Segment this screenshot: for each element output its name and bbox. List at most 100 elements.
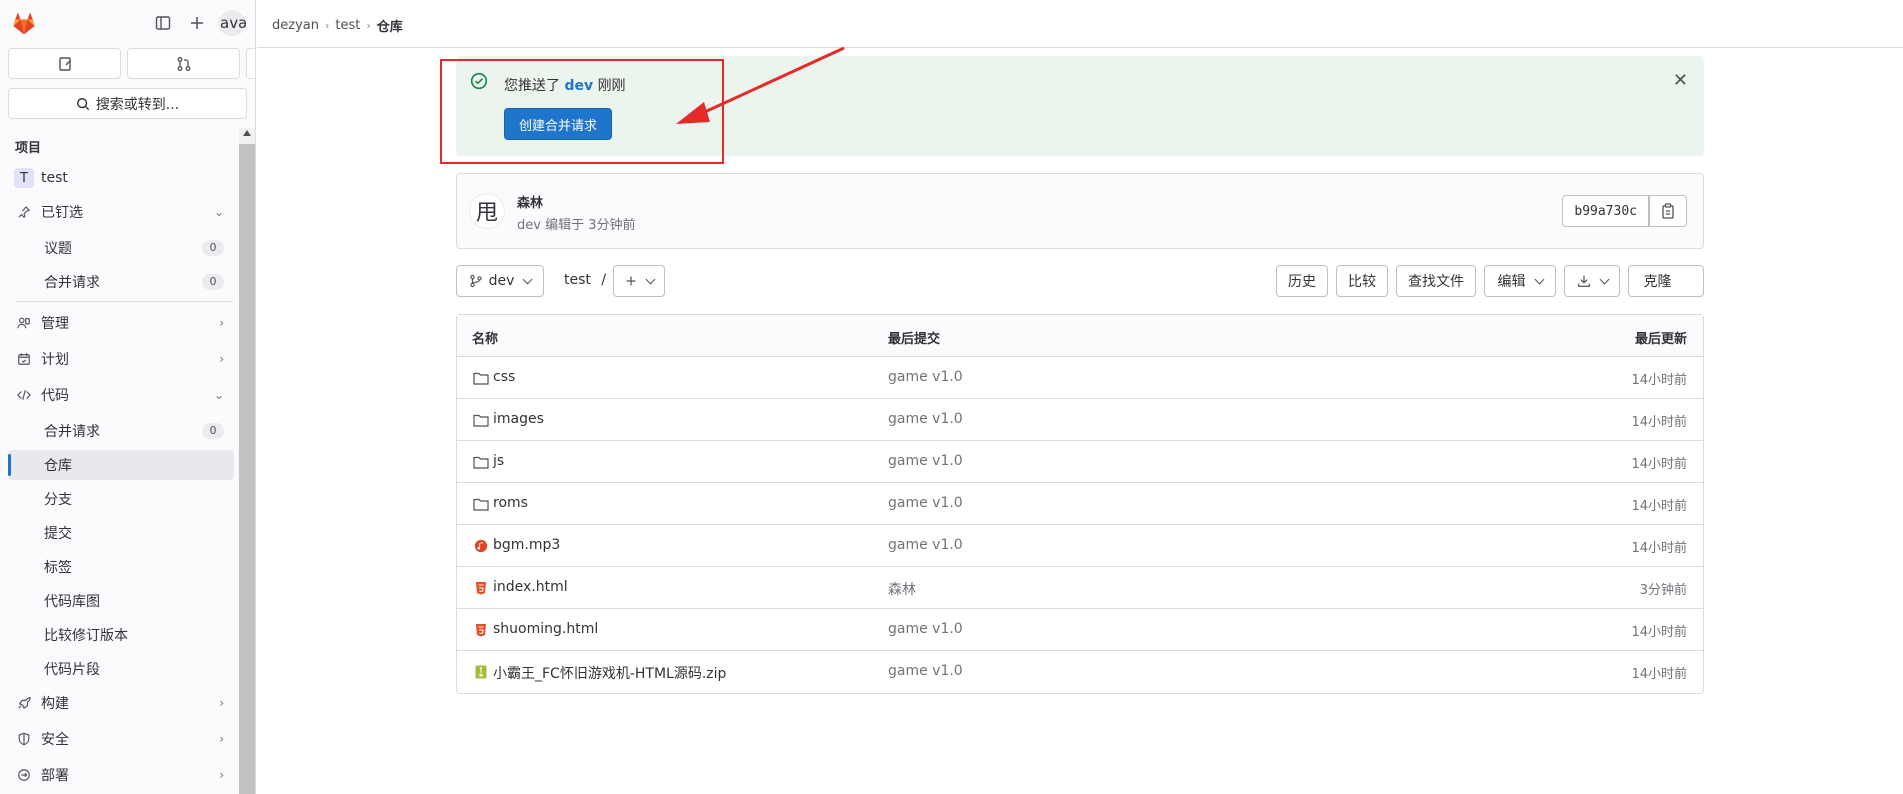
- nav-pinned-merge-requests[interactable]: 合并请求 0: [8, 267, 234, 297]
- last-update-time: 3分钟前: [1639, 583, 1687, 598]
- breadcrumb-group[interactable]: dezyan: [272, 18, 319, 33]
- compare-button[interactable]: 比较: [1336, 265, 1388, 297]
- merge-requests-tab[interactable]: [127, 48, 240, 79]
- table-row[interactable]: css game v1.0 14小时前: [457, 357, 1703, 399]
- plus-icon[interactable]: [186, 12, 208, 34]
- nav-build[interactable]: 构建 ›: [8, 688, 234, 718]
- project-avatar: T: [14, 168, 34, 188]
- table-row[interactable]: 小霸王_FC怀旧游戏机-HTML源码.zip game v1.0 14小时前: [457, 651, 1703, 693]
- commit-sha[interactable]: b99a730c: [1562, 195, 1649, 227]
- nav-secure[interactable]: 安全 ›: [8, 724, 234, 754]
- code-icon: [13, 388, 35, 402]
- commit-message-link[interactable]: game v1.0: [888, 621, 963, 637]
- nav-code-tags[interactable]: 标签: [8, 552, 234, 582]
- file-name-link[interactable]: bgm.mp3: [493, 537, 560, 553]
- project-link[interactable]: T test: [8, 163, 234, 193]
- commit-message-link[interactable]: game v1.0: [888, 495, 963, 511]
- chevron-down-icon: ⌄: [213, 205, 224, 219]
- file-type-icon: [473, 496, 489, 512]
- commit-message-link[interactable]: game v1.0: [888, 411, 963, 427]
- col-last-update: 最后更新: [1634, 332, 1687, 347]
- file-name-link[interactable]: 小霸王_FC怀旧游戏机-HTML源码.zip: [493, 663, 726, 683]
- nav-code[interactable]: 代码 ⌄: [8, 380, 234, 410]
- file-name-link[interactable]: roms: [493, 495, 528, 511]
- branch-selector[interactable]: dev: [456, 265, 544, 297]
- file-name-link[interactable]: shuoming.html: [493, 621, 598, 637]
- table-row[interactable]: index.html 森林 3分钟前: [457, 567, 1703, 609]
- table-row[interactable]: js game v1.0 14小时前: [457, 441, 1703, 483]
- file-name-link[interactable]: images: [493, 411, 544, 427]
- divider: [15, 301, 233, 302]
- breadcrumb: dezyan › test › 仓库: [272, 16, 403, 35]
- file-name-link[interactable]: index.html: [493, 579, 568, 595]
- commit-author-avatar[interactable]: 甩: [469, 193, 505, 229]
- commit-meta: dev 编辑于 3分钟前: [517, 218, 636, 233]
- nav-manage[interactable]: 管理 ›: [8, 308, 234, 338]
- nav-deploy[interactable]: 部署 ›: [8, 760, 234, 790]
- add-file-dropdown[interactable]: [613, 265, 665, 297]
- commit-message-link[interactable]: game v1.0: [888, 663, 963, 679]
- table-row[interactable]: shuoming.html game v1.0 14小时前: [457, 609, 1703, 651]
- breadcrumb-current[interactable]: 仓库: [377, 16, 403, 35]
- nav-code-branches[interactable]: 分支: [8, 484, 234, 514]
- top-bar: dezyan › test › 仓库: [257, 0, 1903, 48]
- last-update-time: 14小时前: [1631, 667, 1687, 682]
- history-button[interactable]: 历史: [1276, 265, 1328, 297]
- nav-pinned-issues[interactable]: 议题 0: [8, 233, 234, 263]
- commit-message-link[interactable]: game v1.0: [888, 369, 963, 385]
- gitlab-logo-icon[interactable]: [10, 9, 38, 37]
- edit-dropdown[interactable]: 编辑: [1484, 265, 1556, 297]
- last-update-time: 14小时前: [1631, 625, 1687, 640]
- folder-icon: [473, 456, 489, 469]
- chevron-right-icon: ›: [219, 352, 224, 366]
- nav-code-snippets[interactable]: 代码片段: [8, 654, 234, 684]
- nav-code-repository[interactable]: 仓库: [8, 450, 234, 480]
- todos-tab[interactable]: [246, 48, 255, 79]
- issues-tab[interactable]: [8, 48, 121, 79]
- scrollbar-thumb[interactable]: [239, 144, 255, 794]
- table-row[interactable]: roms game v1.0 14小时前: [457, 483, 1703, 525]
- nav-plan[interactable]: 计划 ›: [8, 344, 234, 374]
- search-button[interactable]: 搜索或转到...: [8, 88, 247, 119]
- folder-icon: [473, 414, 489, 427]
- col-name: 名称: [472, 332, 499, 347]
- sidebar-scrollbar[interactable]: [239, 128, 255, 794]
- branch-icon: [469, 274, 482, 288]
- commit-author[interactable]: 森林: [517, 192, 543, 211]
- pin-icon: [13, 205, 35, 219]
- commit-message-link[interactable]: game v1.0: [888, 453, 963, 469]
- last-update-time: 14小时前: [1631, 373, 1687, 388]
- nav-code-repository-graph[interactable]: 代码库图: [8, 586, 234, 616]
- copy-sha-button[interactable]: [1649, 195, 1687, 227]
- count-badge: 0: [202, 274, 224, 290]
- count-badge: 0: [202, 240, 224, 256]
- file-name-link[interactable]: css: [493, 369, 515, 385]
- clone-dropdown[interactable]: 克隆: [1628, 265, 1704, 297]
- file-type-icon: [473, 664, 489, 680]
- breadcrumb-project[interactable]: test: [335, 18, 360, 33]
- chevron-right-icon: ›: [366, 19, 371, 32]
- last-update-time: 14小时前: [1631, 415, 1687, 430]
- path-root[interactable]: test: [564, 272, 591, 288]
- commit-message-link[interactable]: game v1.0: [888, 537, 963, 553]
- file-name-link[interactable]: js: [493, 453, 504, 469]
- deploy-icon: [13, 768, 35, 782]
- project-name: test: [41, 170, 68, 186]
- user-avatar[interactable]: ava: [218, 10, 246, 36]
- close-icon[interactable]: ✕: [1673, 70, 1688, 91]
- nav-code-merge-requests[interactable]: 合并请求 0: [8, 416, 234, 446]
- sidebar-toggle-icon[interactable]: [152, 12, 174, 34]
- annotation-arrow-icon: [676, 46, 845, 124]
- scroll-up-arrow-icon[interactable]: [243, 130, 251, 136]
- file-type-icon: [473, 538, 489, 554]
- table-row[interactable]: bgm.mp3 game v1.0 14小时前: [457, 525, 1703, 567]
- find-file-button[interactable]: 查找文件: [1396, 265, 1476, 297]
- chevron-right-icon: ›: [219, 768, 224, 782]
- merge-request-icon: [177, 56, 190, 71]
- nav-code-commits[interactable]: 提交: [8, 518, 234, 548]
- nav-pinned[interactable]: 已钉选 ⌄: [8, 197, 234, 227]
- nav-code-compare[interactable]: 比较修订版本: [8, 620, 234, 650]
- download-dropdown[interactable]: [1564, 265, 1620, 297]
- table-row[interactable]: images game v1.0 14小时前: [457, 399, 1703, 441]
- commit-message-link[interactable]: 森林: [888, 579, 916, 599]
